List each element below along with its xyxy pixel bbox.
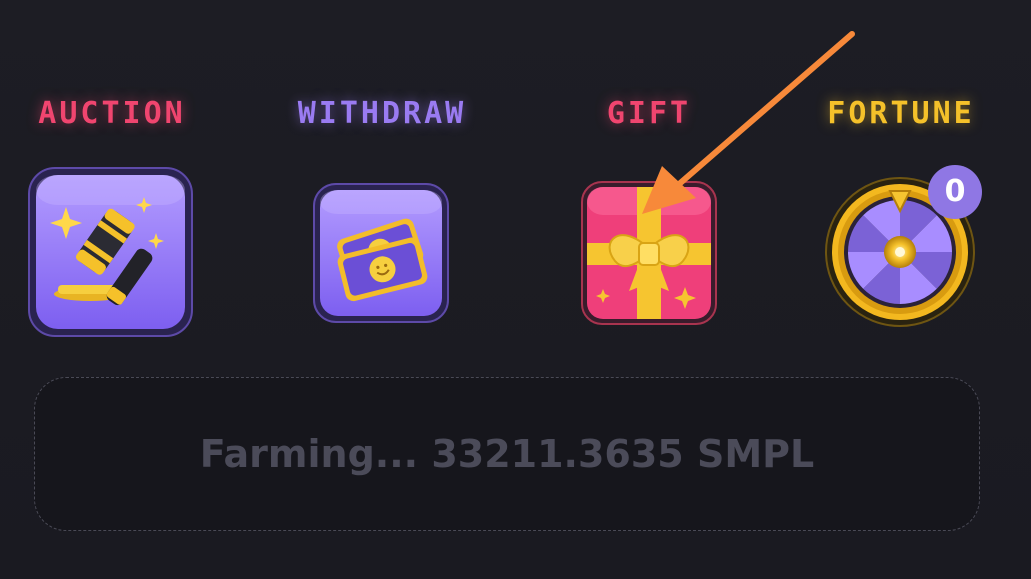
farming-status-box[interactable]: Farming... 33211.3635 SMPL <box>34 377 980 531</box>
gift-icon <box>581 181 717 325</box>
cash-icon <box>313 183 449 323</box>
gift-button[interactable] <box>581 181 717 325</box>
auction-label: AUCTION <box>38 96 186 131</box>
gavel-icon <box>28 167 193 337</box>
auction-button[interactable] <box>28 167 193 337</box>
farming-status-text: Farming... 33211.3635 SMPL <box>199 432 815 476</box>
fortune-label: FORTUNE <box>827 96 975 131</box>
withdraw-button[interactable] <box>313 183 449 323</box>
gift-label: GIFT <box>606 96 692 131</box>
withdraw-label: WITHDRAW <box>297 96 467 131</box>
fortune-count-badge: 0 <box>928 165 982 219</box>
